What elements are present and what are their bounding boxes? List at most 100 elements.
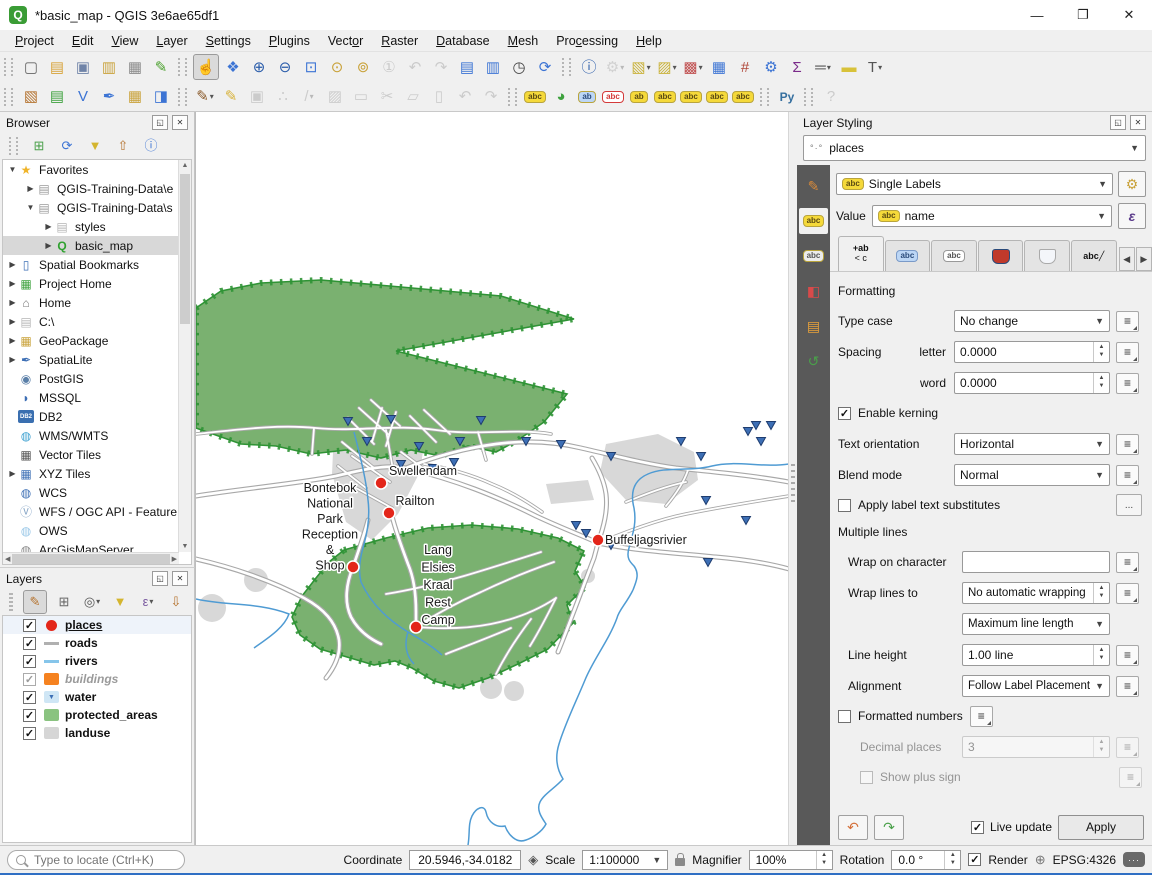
new-print-layout-button[interactable]: ▥	[97, 55, 121, 79]
new-geopackage-layer-button[interactable]: ▤	[45, 85, 69, 109]
browser-item-xyz-tiles[interactable]: ▶▦XYZ Tiles	[3, 464, 179, 483]
float-panel-icon[interactable]: ◱	[152, 571, 168, 586]
formatted-numbers-override-button[interactable]: ≡	[970, 706, 993, 727]
spacing-letter-override-button[interactable]: ≡	[1116, 342, 1139, 363]
filter-browser-button[interactable]: ▼	[84, 135, 106, 157]
menu-processing[interactable]: Processing	[547, 32, 627, 50]
highlight-pinned-labels-icon[interactable]: abc	[601, 85, 625, 109]
menu-edit[interactable]: Edit	[63, 32, 103, 50]
wrap-lines-input[interactable]: No automatic wrapping▲▼	[962, 582, 1110, 604]
styling-tab-3d-view[interactable]: ◧	[799, 278, 828, 304]
wrap-character-input[interactable]	[962, 551, 1110, 573]
expander-right-icon[interactable]: ▶	[43, 222, 54, 231]
new-project-button[interactable]: ▢	[19, 55, 43, 79]
browser-item-spatial-bookmarks[interactable]: ▶▯Spatial Bookmarks	[3, 255, 179, 274]
browser-item-project-home[interactable]: ▶▦Project Home	[3, 274, 179, 293]
browser-item-qgis-training-data-s[interactable]: ▼▤QGIS-Training-Data\s	[3, 198, 179, 217]
alignment-select[interactable]: Follow Label Placement▼	[962, 675, 1110, 697]
browser-item-styles[interactable]: ▶▤styles	[3, 217, 179, 236]
browser-item-mssql[interactable]: ◗MSSQL	[3, 388, 179, 407]
temporal-controller-button[interactable]: ◷	[507, 55, 531, 79]
tab-text[interactable]: +ab< c	[838, 236, 884, 271]
toolbar-grip[interactable]	[9, 593, 13, 611]
pan-to-selection-button[interactable]: ❖	[221, 55, 245, 79]
expander-right-icon[interactable]: ▶	[7, 279, 18, 288]
layer-visibility-checkbox[interactable]: ✓	[23, 655, 36, 668]
zoom-to-selection-button[interactable]: ⊙	[325, 55, 349, 79]
browser-properties-button[interactable]: ⓘ	[140, 135, 162, 157]
lock-scale-icon[interactable]	[675, 858, 685, 866]
locator-search[interactable]	[7, 850, 185, 870]
browser-item-ows[interactable]: ◍OWS	[3, 521, 179, 540]
styling-layer-select[interactable]: °·° places ▼	[803, 135, 1146, 161]
browser-item-home[interactable]: ▶⌂Home	[3, 293, 179, 312]
open-project-button[interactable]: ▤	[45, 55, 69, 79]
toolbar-grip[interactable]	[508, 88, 517, 106]
menu-plugins[interactable]: Plugins	[260, 32, 319, 50]
layer-row-rivers[interactable]: ✓rivers	[3, 652, 191, 670]
styling-tab-symbology[interactable]: ✎	[799, 173, 828, 199]
select-features-button[interactable]: ▧▾	[629, 55, 653, 79]
browser-item-db2[interactable]: DB2DB2	[3, 407, 179, 426]
statistical-summary-button[interactable]: Σ	[785, 55, 809, 79]
close-panel-icon[interactable]: ✕	[172, 571, 188, 586]
browser-item-wms-wmts[interactable]: ◍WMS/WMTS	[3, 426, 179, 445]
toolbar-grip[interactable]	[760, 88, 769, 106]
new-bookmark-button[interactable]: ▤	[455, 55, 479, 79]
current-edits-button[interactable]: ✎▾	[193, 85, 217, 109]
expander-right-icon[interactable]: ▶	[43, 241, 54, 250]
menu-help[interactable]: Help	[627, 32, 671, 50]
new-memory-layer-button[interactable]: ▦	[123, 85, 147, 109]
deselect-features-button[interactable]: ▩▾	[681, 55, 705, 79]
layer-visibility-checkbox[interactable]: ✓	[23, 727, 36, 740]
crs-indicator[interactable]: EPSG:4326	[1053, 853, 1116, 867]
move-label-diagram-icon[interactable]: abc	[679, 85, 703, 109]
styling-tab-history[interactable]: ↺	[799, 348, 828, 374]
pin-labels-icon[interactable]: ab	[575, 85, 599, 109]
wrap-lines-override-button[interactable]: ≡	[1116, 583, 1139, 604]
processing-toolbox-button[interactable]: ⚙	[759, 55, 783, 79]
toolbar-grip[interactable]	[4, 88, 13, 106]
new-virtual-layer-button[interactable]: ◨	[149, 85, 173, 109]
styling-tab-diagrams[interactable]: ▤	[799, 313, 828, 339]
float-panel-icon[interactable]: ◱	[1110, 115, 1126, 130]
zoom-out-button[interactable]: ⊖	[273, 55, 297, 79]
apply-button[interactable]: Apply	[1058, 815, 1144, 840]
tab-formatting[interactable]: abc	[885, 240, 931, 271]
wrap-mode-select[interactable]: Maximum line length▼	[962, 613, 1110, 635]
toggle-editing-button[interactable]: ✎	[219, 85, 243, 109]
spacing-word-override-button[interactable]: ≡	[1116, 373, 1139, 394]
expand-collapse-button[interactable]: ⇩	[165, 591, 187, 613]
menu-database[interactable]: Database	[427, 32, 499, 50]
minimize-button[interactable]: —	[1014, 0, 1060, 30]
text-orientation-override-button[interactable]: ≡	[1116, 434, 1139, 455]
menu-mesh[interactable]: Mesh	[499, 32, 548, 50]
toolbar-grip[interactable]	[562, 58, 571, 76]
collapse-all-button[interactable]: ⇧	[112, 135, 134, 157]
text-orientation-select[interactable]: Horizontal▼	[954, 433, 1110, 455]
layer-row-protected_areas[interactable]: ✓protected_areas	[3, 706, 191, 724]
enable-kerning-checkbox[interactable]: ✓	[838, 407, 851, 420]
label-mode-select[interactable]: abc Single Labels ▼	[836, 173, 1113, 195]
automated-placement-settings-button[interactable]: ⚙	[1118, 171, 1146, 197]
layer-visibility-checkbox[interactable]: ✓	[23, 637, 36, 650]
expander-right-icon[interactable]: ▶	[7, 298, 18, 307]
styling-tab-mask[interactable]: abc	[799, 243, 828, 269]
wrap-character-override-button[interactable]: ≡	[1116, 552, 1139, 573]
browser-item-wfs-ogc-api-feature[interactable]: ⓋWFS / OGC API - Feature	[3, 502, 179, 521]
browser-item-arcgismapserver[interactable]: ◍ArcGisMapServer	[3, 540, 179, 552]
browser-item-spatialite[interactable]: ▶✒SpatiaLite	[3, 350, 179, 369]
browser-item-c-[interactable]: ▶▤C:\	[3, 312, 179, 331]
browser-item-geopackage[interactable]: ▶▦GeoPackage	[3, 331, 179, 350]
text-annotation-button[interactable]: T▾	[863, 55, 887, 79]
manage-map-themes-button[interactable]: ◎▾	[81, 591, 103, 613]
expander-right-icon[interactable]: ▶	[7, 469, 18, 478]
spacing-letter-input[interactable]: 0.0000▲▼	[954, 341, 1110, 363]
tab-callout[interactable]: abc╱	[1071, 240, 1117, 271]
formatted-numbers-checkbox[interactable]	[838, 710, 851, 723]
live-update-checkbox[interactable]: ✓	[971, 821, 984, 834]
rotation-input[interactable]: 0.0 °▲▼	[891, 850, 961, 870]
toolbar-grip[interactable]	[178, 58, 187, 76]
toolbar-grip[interactable]	[4, 58, 13, 76]
expander-right-icon[interactable]: ▶	[7, 260, 18, 269]
